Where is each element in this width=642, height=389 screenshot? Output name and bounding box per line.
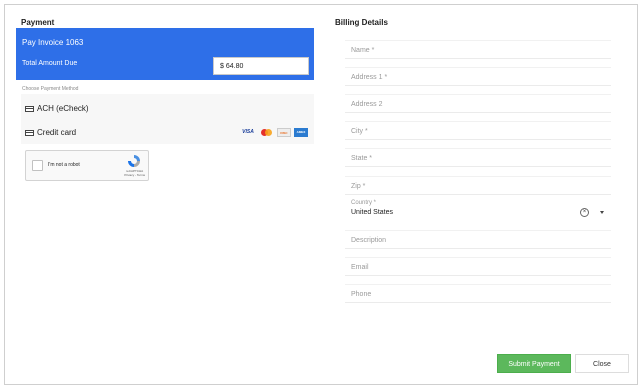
country-label: Country * [351, 200, 377, 206]
address1-field[interactable]: Address 1 * [345, 67, 611, 86]
phone-field[interactable]: Phone [345, 284, 611, 303]
discover-icon: DISC [277, 128, 291, 137]
credit-card-icon [25, 129, 34, 136]
submit-payment-button[interactable]: Submit Payment [497, 354, 571, 373]
method-ach-label: ACH (eCheck) [37, 104, 89, 113]
card-brand-logos: VISA DISC AMEX [239, 128, 308, 137]
country-select[interactable]: United States [351, 209, 393, 216]
mastercard-icon [260, 128, 274, 137]
address2-field[interactable]: Address 2 [345, 94, 611, 113]
chevron-down-icon[interactable] [600, 211, 604, 214]
invoice-title: Pay Invoice 1063 [22, 38, 84, 47]
close-button[interactable]: Close [575, 354, 629, 373]
check-icon [25, 105, 34, 112]
state-field[interactable]: State * [345, 148, 611, 167]
amex-icon: AMEX [294, 128, 308, 137]
billing-section-title: Billing Details [335, 18, 388, 27]
name-field[interactable]: Name * [345, 40, 611, 59]
zip-field[interactable]: Zip * [345, 176, 611, 195]
invoice-panel: Pay Invoice 1063 Total Amount Due $ 64.8… [16, 28, 314, 80]
city-field[interactable]: City * [345, 121, 611, 140]
recaptcha-checkbox[interactable] [32, 160, 43, 171]
recaptcha-links[interactable]: Privacy - Terms [124, 173, 145, 177]
amount-input[interactable]: $ 64.80 [213, 57, 309, 75]
payment-method-list: ACH (eCheck) Credit card VISA DISC AMEX [21, 94, 314, 144]
recaptcha-brand: reCAPTCHA Privacy - Terms [124, 169, 145, 177]
method-ach[interactable]: ACH (eCheck) [25, 104, 89, 113]
email-field[interactable]: Email [345, 257, 611, 276]
recaptcha-label: I'm not a robot [48, 162, 80, 168]
visa-icon: VISA [242, 129, 254, 135]
method-credit-card[interactable]: Credit card [25, 128, 76, 137]
choose-method-label: Choose Payment Method [22, 86, 79, 92]
total-amount-label: Total Amount Due [22, 60, 78, 67]
payment-section-title: Payment [21, 18, 55, 27]
description-field[interactable]: Description [345, 230, 611, 249]
recaptcha-logo-icon [128, 155, 140, 167]
recaptcha-widget: I'm not a robot reCAPTCHA Privacy - Term… [25, 150, 149, 181]
method-credit-card-label: Credit card [37, 128, 77, 137]
clear-icon[interactable]: × [580, 208, 589, 217]
